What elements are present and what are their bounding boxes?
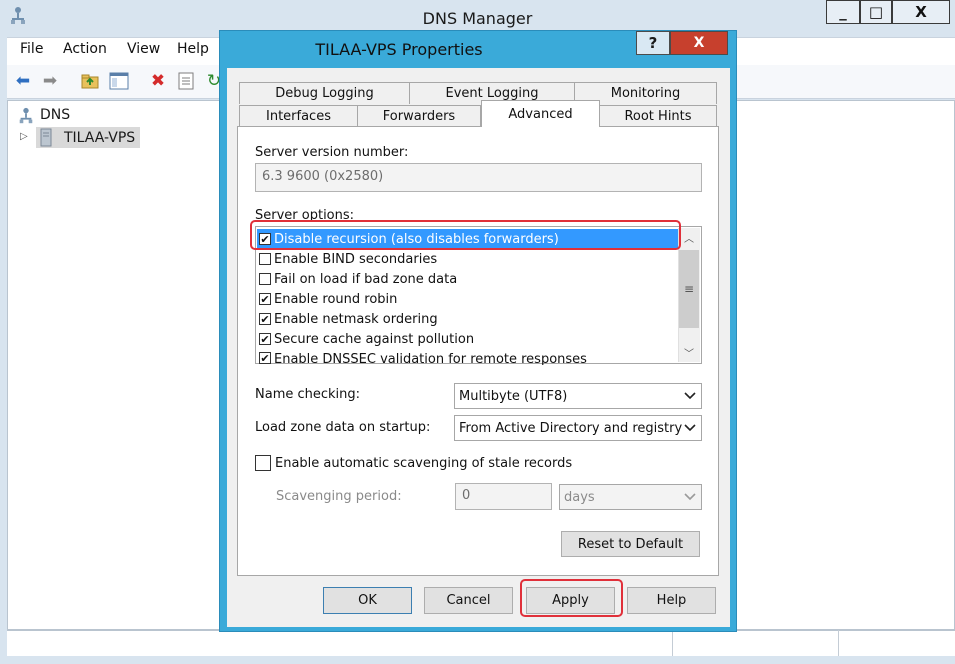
tab-debug-logging[interactable]: Debug Logging xyxy=(239,82,410,104)
server-option-item[interactable]: ✔ Enable round robin xyxy=(257,289,679,309)
name-checking-select[interactable]: Multibyte (UTF8) xyxy=(454,383,702,409)
ok-button[interactable]: OK xyxy=(323,587,412,614)
maximize-button[interactable]: □ xyxy=(860,0,892,24)
server-version-label: Server version number: xyxy=(255,145,409,160)
scavenging-unit-select: days xyxy=(559,484,702,510)
server-icon xyxy=(40,128,52,147)
dialog-close-button[interactable]: X xyxy=(670,31,728,55)
dialog-help-button[interactable]: ? xyxy=(636,31,670,55)
load-zone-value: From Active Directory and registry xyxy=(459,420,683,436)
scavenging-period-label: Scavenging period: xyxy=(276,489,402,504)
checkbox-unchecked-icon[interactable] xyxy=(259,253,271,265)
tab-interfaces[interactable]: Interfaces xyxy=(239,105,358,127)
server-option-item[interactable]: Fail on load if bad zone data xyxy=(257,269,679,289)
name-checking-label: Name checking: xyxy=(255,387,361,402)
help-button[interactable]: Help xyxy=(627,587,716,614)
load-zone-select[interactable]: From Active Directory and registry xyxy=(454,415,702,441)
name-checking-value: Multibyte (UTF8) xyxy=(459,388,568,404)
main-close-button[interactable]: X xyxy=(892,0,950,24)
server-option-label: Enable round robin xyxy=(274,291,398,307)
status-divider xyxy=(838,630,839,656)
tab-advanced[interactable]: Advanced xyxy=(481,100,600,127)
dns-icon xyxy=(19,107,33,124)
up-folder-icon[interactable] xyxy=(80,71,100,91)
server-option-item[interactable]: Enable BIND secondaries xyxy=(257,249,679,269)
server-option-label: Fail on load if bad zone data xyxy=(274,271,458,287)
server-option-item[interactable]: ✔ Enable netmask ordering xyxy=(257,309,679,329)
checkbox-checked-icon[interactable]: ✔ xyxy=(259,293,271,305)
server-option-item[interactable]: ✔ Secure cache against pollution xyxy=(257,329,679,349)
highlight-disable-recursion xyxy=(250,220,681,250)
status-bar xyxy=(7,630,955,656)
grip-icon: ≡ xyxy=(683,282,695,296)
close-icon: X xyxy=(915,3,927,21)
tree-expander-icon[interactable]: ▷ xyxy=(20,131,28,142)
tree-item-tilaa-vps[interactable]: TILAA-VPS xyxy=(64,130,135,146)
checkbox-checked-icon[interactable]: ✔ xyxy=(259,352,271,364)
scavenging-label: Enable automatic scavenging of stale rec… xyxy=(275,456,573,471)
checkbox-checked-icon[interactable]: ✔ xyxy=(259,333,271,345)
minimize-button[interactable]: _ xyxy=(826,0,860,24)
minimize-icon: _ xyxy=(839,3,847,21)
reset-to-default-button[interactable]: Reset to Default xyxy=(561,531,700,557)
server-option-label: Secure cache against pollution xyxy=(274,331,475,347)
menu-help[interactable]: Help xyxy=(177,41,209,57)
back-arrow-icon[interactable]: ⬅ xyxy=(13,71,33,91)
scroll-down-icon[interactable]: ﹀ xyxy=(679,343,699,361)
menu-view[interactable]: View xyxy=(127,41,160,57)
scavenging-unit-value: days xyxy=(564,489,595,505)
checkbox-checked-icon[interactable]: ✔ xyxy=(259,313,271,325)
properties-icon[interactable] xyxy=(176,71,196,91)
checkbox-unchecked-icon[interactable] xyxy=(259,273,271,285)
dialog-title: TILAA-VPS Properties xyxy=(315,40,483,59)
tab-root-hints[interactable]: Root Hints xyxy=(599,105,717,127)
console-tree-icon[interactable] xyxy=(109,71,129,91)
help-icon: ? xyxy=(648,34,658,52)
forward-arrow-icon[interactable]: ➡ xyxy=(40,71,60,91)
chevron-down-icon xyxy=(684,424,696,432)
scroll-up-icon[interactable]: ︿ xyxy=(679,228,699,246)
menu-file[interactable]: File xyxy=(20,41,43,57)
highlight-apply xyxy=(520,579,623,617)
scavenging-checkbox[interactable] xyxy=(255,455,271,471)
server-option-label: Enable DNSSEC validation for remote resp… xyxy=(274,352,587,365)
server-option-label: Enable BIND secondaries xyxy=(274,251,438,267)
maximize-icon: □ xyxy=(868,3,884,21)
cancel-button[interactable]: Cancel xyxy=(424,587,513,614)
delete-icon[interactable]: ✖ xyxy=(148,71,168,91)
scavenging-period-field: 0 xyxy=(455,483,552,510)
server-option-label: Enable netmask ordering xyxy=(274,311,438,327)
chevron-down-icon xyxy=(684,392,696,400)
menu-action[interactable]: Action xyxy=(63,41,107,57)
server-option-item[interactable]: ✔ Enable DNSSEC validation for remote res… xyxy=(257,349,679,365)
chevron-down-icon xyxy=(684,493,696,501)
load-zone-label: Load zone data on startup: xyxy=(255,420,431,435)
status-divider xyxy=(672,630,673,656)
server-version-field: 6.3 9600 (0x2580) xyxy=(255,163,702,192)
tree-item-dns[interactable]: DNS xyxy=(40,107,70,123)
scroll-thumb[interactable]: ≡ xyxy=(679,250,699,328)
close-icon: X xyxy=(693,35,705,51)
main-window-title: DNS Manager xyxy=(422,9,533,28)
tab-forwarders[interactable]: Forwarders xyxy=(357,105,481,127)
